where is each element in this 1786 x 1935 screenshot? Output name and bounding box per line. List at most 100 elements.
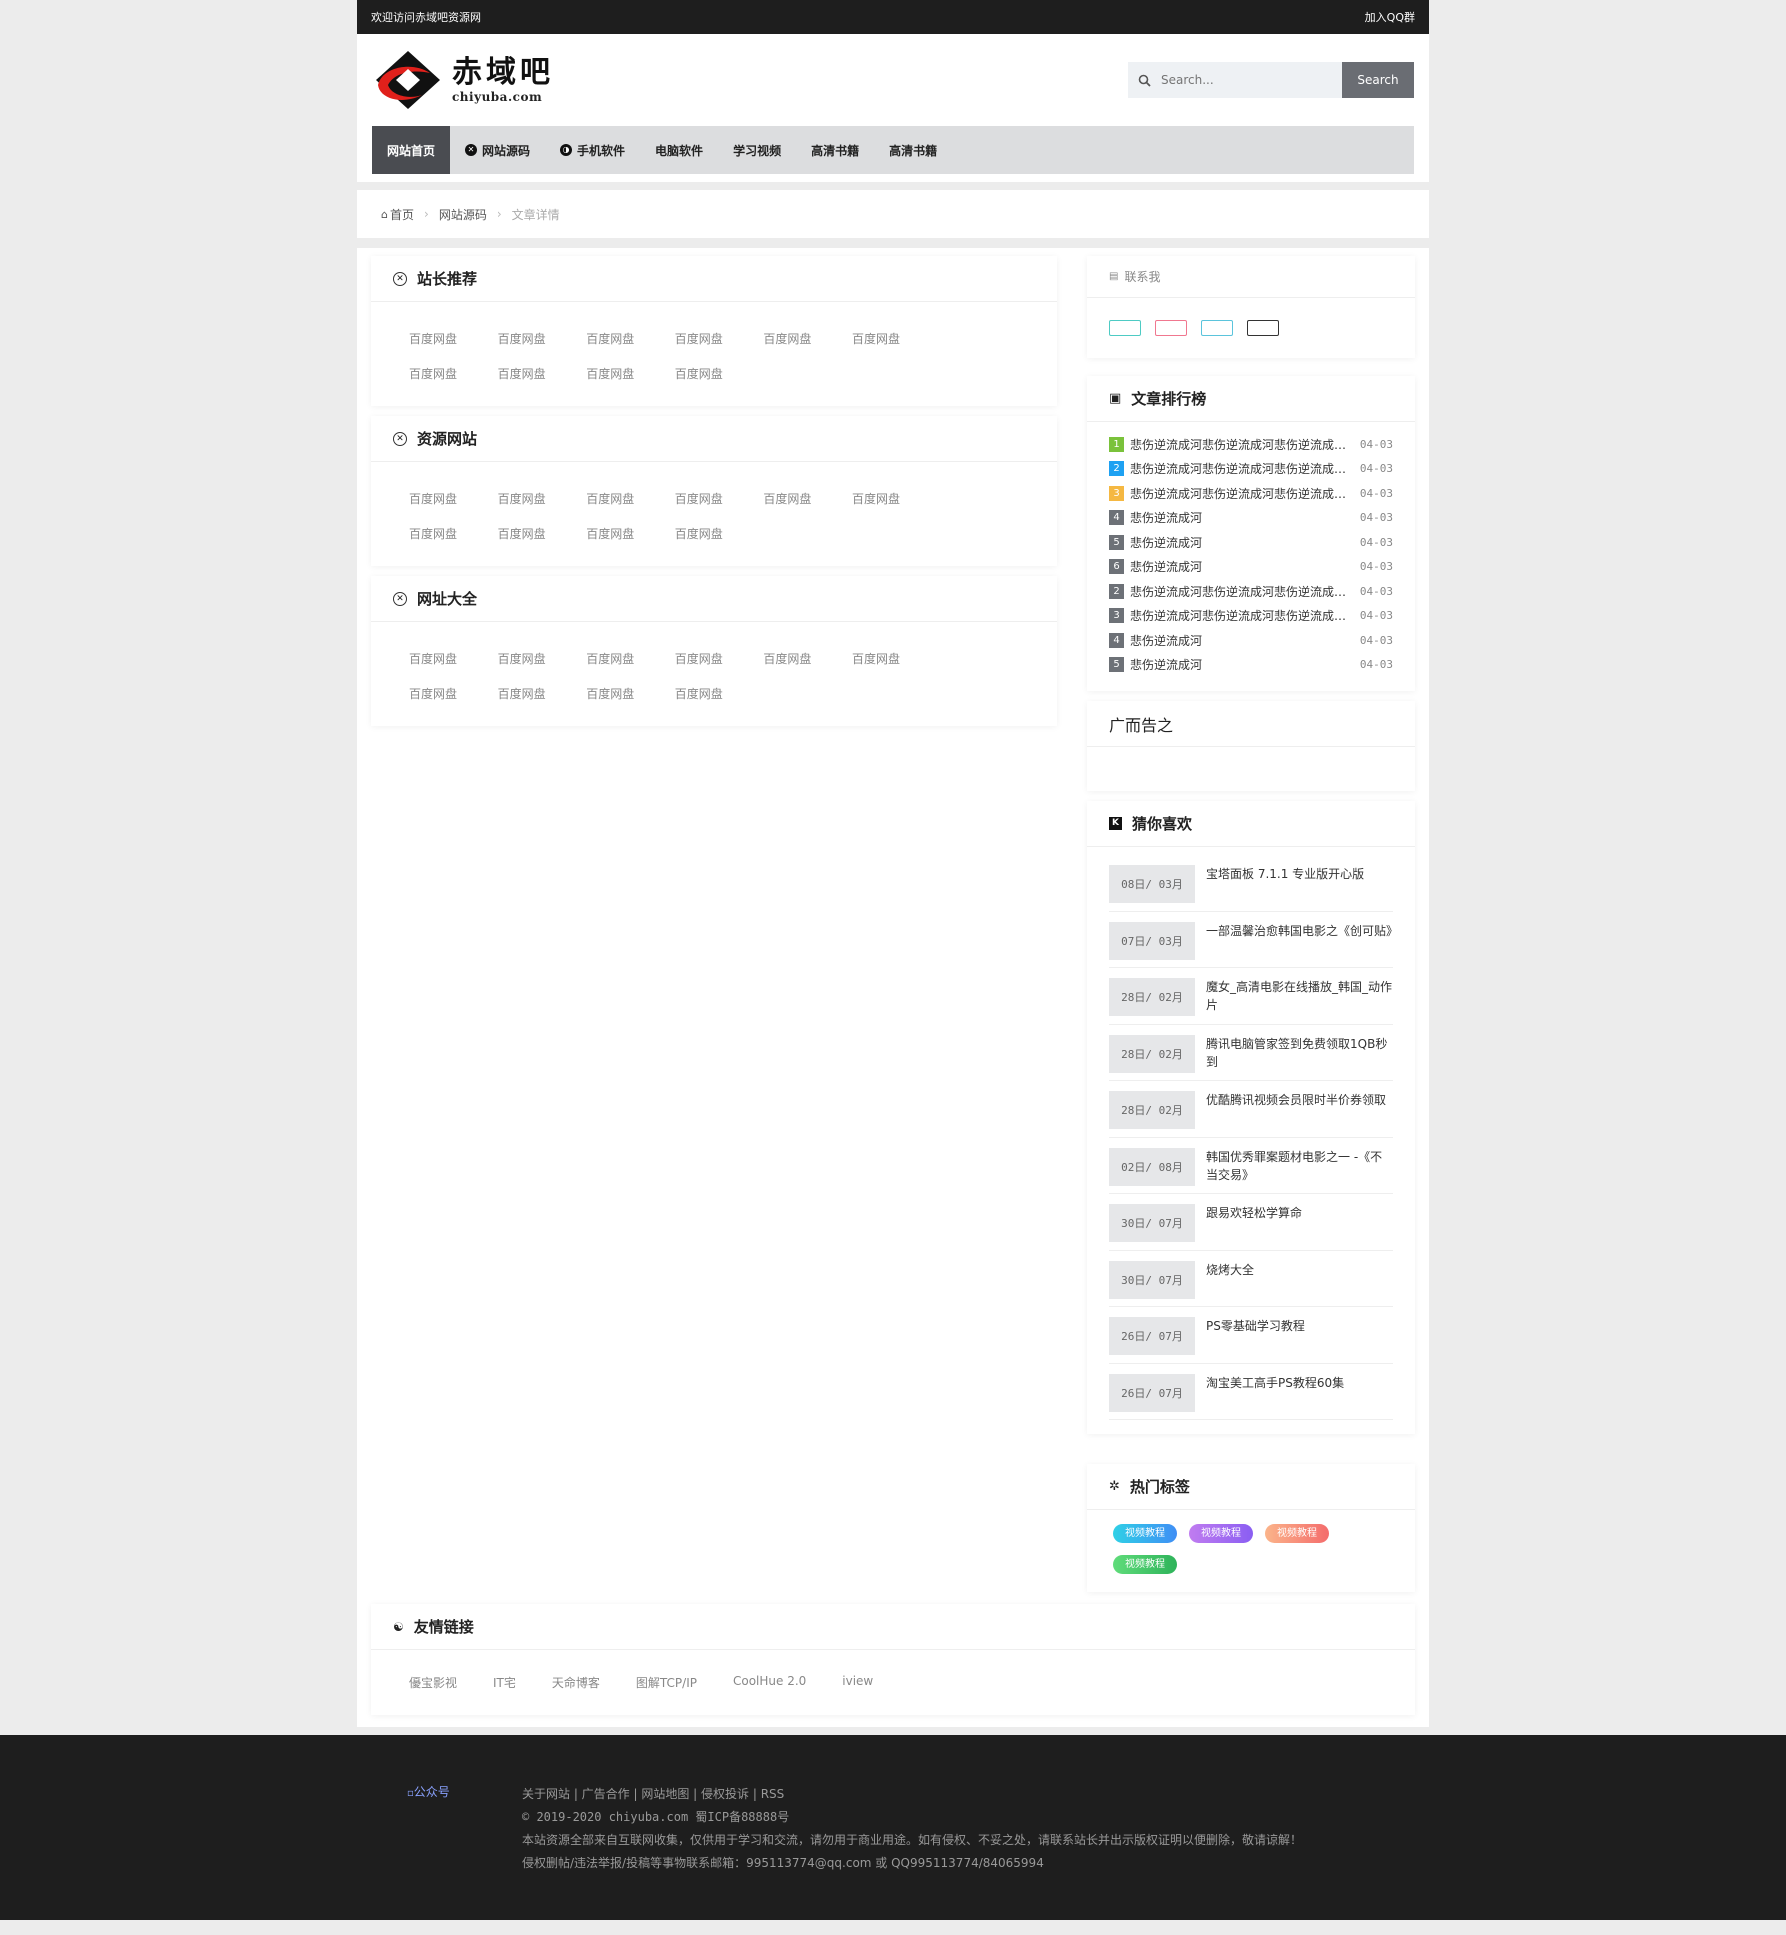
- guess-item[interactable]: 07日/ 03月 一部温馨治愈韩国电影之《创可贴》: [1109, 912, 1398, 968]
- guess-item[interactable]: 28日/ 02月 魔女_高清电影在线播放_韩国_动作片: [1109, 968, 1393, 1025]
- resource-link[interactable]: 百度网盘: [498, 642, 587, 677]
- guess-item[interactable]: 26日/ 07月 PS零基础学习教程: [1109, 1307, 1393, 1364]
- resource-link[interactable]: 百度网盘: [675, 357, 764, 392]
- guess-item-title[interactable]: 一部温馨治愈韩国电影之《创可贴》: [1206, 922, 1398, 968]
- resource-link[interactable]: 百度网盘: [498, 677, 587, 712]
- friend-link[interactable]: 天命博客: [552, 1674, 600, 1691]
- search-input[interactable]: [1161, 73, 1321, 87]
- resource-link[interactable]: 百度网盘: [586, 677, 675, 712]
- rank-article-title[interactable]: 悲伤逆流成河悲伤逆流成河悲伤逆流成河悲伤逆流成河: [1130, 436, 1354, 453]
- resource-link[interactable]: 百度网盘: [586, 322, 675, 357]
- tag-pill[interactable]: 视频教程: [1113, 1524, 1177, 1543]
- friend-link[interactable]: 图解TCP/IP: [636, 1674, 697, 1691]
- nav-item-home[interactable]: 网站首页: [372, 126, 451, 174]
- breadcrumb-category[interactable]: 网站源码: [439, 206, 487, 223]
- tag-pill[interactable]: 视频教程: [1265, 1524, 1329, 1543]
- guess-item-title[interactable]: 跟易欢轻松学算命: [1206, 1204, 1302, 1250]
- guess-item[interactable]: 30日/ 07月 跟易欢轻松学算命: [1109, 1194, 1393, 1251]
- contact-button[interactable]: [1201, 320, 1233, 336]
- guess-item-title[interactable]: 优酷腾讯视频会员限时半价券领取: [1206, 1091, 1386, 1137]
- rank-article-title[interactable]: 悲伤逆流成河悲伤逆流成河悲伤逆流成河悲伤逆流成河: [1130, 485, 1354, 502]
- rank-row[interactable]: 5 悲伤逆流成河 04-03: [1109, 530, 1393, 555]
- guess-item[interactable]: 08日/ 03月 宝塔面板 7.1.1 专业版开心版: [1109, 855, 1393, 912]
- resource-link[interactable]: 百度网盘: [409, 677, 498, 712]
- resource-link[interactable]: 百度网盘: [675, 482, 764, 517]
- guess-item-title[interactable]: 韩国优秀罪案题材电影之一 -《不当交易》: [1206, 1148, 1393, 1194]
- resource-link[interactable]: 百度网盘: [586, 517, 675, 552]
- rank-row[interactable]: 2 悲伤逆流成河悲伤逆流成河悲伤逆流成河悲伤逆流成河 04-03: [1109, 579, 1393, 604]
- resource-link[interactable]: 百度网盘: [586, 482, 675, 517]
- nav-item-hd-books-2[interactable]: 高清书籍: [874, 126, 952, 174]
- guess-item-title[interactable]: 宝塔面板 7.1.1 专业版开心版: [1206, 865, 1364, 911]
- guess-item[interactable]: 02日/ 08月 韩国优秀罪案题材电影之一 -《不当交易》: [1109, 1138, 1393, 1194]
- nav-item-website-source[interactable]: ✕ 网站源码: [450, 126, 545, 174]
- resource-link[interactable]: 百度网盘: [586, 642, 675, 677]
- friend-link[interactable]: iview: [842, 1674, 873, 1691]
- resource-link[interactable]: 百度网盘: [498, 357, 587, 392]
- rank-article-title[interactable]: 悲伤逆流成河: [1130, 558, 1354, 575]
- resource-link[interactable]: 百度网盘: [498, 517, 587, 552]
- rank-article-title[interactable]: 悲伤逆流成河悲伤逆流成河悲伤逆流成河悲伤逆流成河: [1130, 607, 1354, 624]
- guess-item-title[interactable]: PS零基础学习教程: [1206, 1317, 1305, 1363]
- guess-item[interactable]: 28日/ 02月 优酷腾讯视频会员限时半价券领取: [1109, 1081, 1393, 1138]
- rank-article-title[interactable]: 悲伤逆流成河: [1130, 534, 1354, 551]
- resource-link[interactable]: 百度网盘: [409, 517, 498, 552]
- contact-button[interactable]: [1109, 320, 1141, 336]
- rank-article-title[interactable]: 悲伤逆流成河: [1130, 632, 1354, 649]
- rank-row[interactable]: 6 悲伤逆流成河 04-03: [1109, 555, 1393, 580]
- link-grid: 百度网盘 百度网盘 百度网盘 百度网盘 百度网盘 百度网盘 百度网盘 百度网盘 百度网盘 百度网盘: [371, 302, 1057, 406]
- resource-link[interactable]: 百度网盘: [498, 322, 587, 357]
- resource-link[interactable]: 百度网盘: [852, 482, 941, 517]
- rank-row[interactable]: 3 悲伤逆流成河悲伤逆流成河悲伤逆流成河悲伤逆流成河 04-03: [1109, 604, 1393, 629]
- breadcrumb-home[interactable]: 首页: [390, 206, 414, 223]
- rank-article-title[interactable]: 悲伤逆流成河: [1130, 509, 1354, 526]
- resource-link[interactable]: 百度网盘: [675, 322, 764, 357]
- guess-item[interactable]: 28日/ 02月 腾讯电脑管家签到免费领取1QB秒到: [1109, 1025, 1393, 1081]
- resource-link[interactable]: 百度网盘: [763, 642, 852, 677]
- resource-link[interactable]: 百度网盘: [852, 322, 941, 357]
- resource-link[interactable]: 百度网盘: [409, 482, 498, 517]
- tag-pill[interactable]: 视频教程: [1189, 1524, 1253, 1543]
- rank-article-title[interactable]: 悲伤逆流成河悲伤逆流成河悲伤逆流成河悲伤逆流成河: [1130, 460, 1354, 477]
- resource-link[interactable]: 百度网盘: [852, 642, 941, 677]
- footer-links[interactable]: 关于网站 | 广告合作 | 网站地图 | 侵权投诉 | RSS: [522, 1783, 1302, 1806]
- resource-link[interactable]: 百度网盘: [586, 357, 675, 392]
- guess-item-title[interactable]: 魔女_高清电影在线播放_韩国_动作片: [1206, 978, 1393, 1024]
- guess-item[interactable]: 30日/ 07月 烧烤大全: [1109, 1251, 1393, 1307]
- resource-link[interactable]: 百度网盘: [675, 517, 764, 552]
- guess-item-title[interactable]: 烧烤大全: [1206, 1261, 1254, 1307]
- nav-item-learning-video[interactable]: 学习视频: [718, 126, 796, 174]
- tag-pill[interactable]: 视频教程: [1113, 1555, 1177, 1574]
- guess-date-badge: 07日/ 03月: [1109, 921, 1195, 960]
- guess-item-title[interactable]: 淘宝美工高手PS教程60集: [1206, 1374, 1344, 1420]
- resource-link[interactable]: 百度网盘: [675, 642, 764, 677]
- contact-button[interactable]: [1155, 320, 1187, 336]
- resource-link[interactable]: 百度网盘: [409, 642, 498, 677]
- nav-item-hd-books[interactable]: 高清书籍: [796, 126, 874, 174]
- search-button[interactable]: Search: [1342, 62, 1414, 98]
- resource-link[interactable]: 百度网盘: [763, 482, 852, 517]
- rank-row[interactable]: 4 悲伤逆流成河 04-03: [1109, 506, 1393, 531]
- rank-row[interactable]: 1 悲伤逆流成河悲伤逆流成河悲伤逆流成河悲伤逆流成河 04-03: [1109, 432, 1393, 457]
- nav-item-pc-software[interactable]: 电脑软件: [640, 126, 718, 174]
- rank-row[interactable]: 2 悲伤逆流成河悲伤逆流成河悲伤逆流成河悲伤逆流成河 04-03: [1109, 457, 1393, 482]
- friend-link[interactable]: 優宝影视: [409, 1674, 457, 1691]
- contact-button[interactable]: [1247, 320, 1279, 336]
- friend-link[interactable]: IT宅: [493, 1674, 516, 1691]
- rank-article-title[interactable]: 悲伤逆流成河悲伤逆流成河悲伤逆流成河悲伤逆流成河: [1130, 583, 1354, 600]
- friend-link[interactable]: CoolHue 2.0: [733, 1674, 806, 1691]
- rank-article-title[interactable]: 悲伤逆流成河: [1130, 656, 1354, 673]
- resource-link[interactable]: 百度网盘: [409, 357, 498, 392]
- join-qq-link[interactable]: 加入QQ群: [1365, 9, 1415, 25]
- resource-link[interactable]: 百度网盘: [498, 482, 587, 517]
- guess-item-title[interactable]: 腾讯电脑管家签到免费领取1QB秒到: [1206, 1035, 1393, 1081]
- guess-item[interactable]: 26日/ 07月 淘宝美工高手PS教程60集: [1109, 1364, 1393, 1420]
- resource-link[interactable]: 百度网盘: [409, 322, 498, 357]
- resource-link[interactable]: 百度网盘: [675, 677, 764, 712]
- nav-item-mobile-software[interactable]: ◑ 手机软件: [545, 126, 640, 174]
- site-logo[interactable]: 赤域吧 chiyuba.com: [372, 45, 554, 115]
- resource-link[interactable]: 百度网盘: [763, 322, 852, 357]
- rank-row[interactable]: 5 悲伤逆流成河 04-03: [1109, 653, 1393, 678]
- rank-row[interactable]: 3 悲伤逆流成河悲伤逆流成河悲伤逆流成河悲伤逆流成河 04-03: [1109, 481, 1393, 506]
- rank-row[interactable]: 4 悲伤逆流成河 04-03: [1109, 628, 1393, 653]
